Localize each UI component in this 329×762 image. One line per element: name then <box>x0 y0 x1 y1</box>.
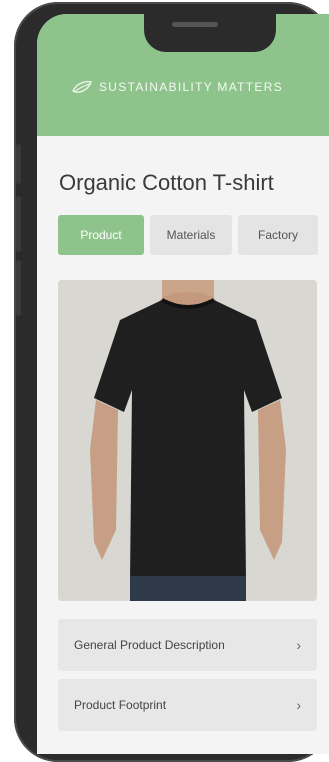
product-tabs: Product Materials Factory <box>58 215 318 255</box>
accordion-product-footprint[interactable]: Product Footprint › <box>58 679 317 731</box>
tshirt-photo <box>58 280 317 601</box>
phone-screen: SUSTAINABILITY MATTERS Organic Cotton T-… <box>37 14 329 754</box>
volume-down-button <box>16 260 21 316</box>
accordion-general-description[interactable]: General Product Description › <box>58 619 317 671</box>
mute-switch <box>16 144 21 184</box>
tab-product[interactable]: Product <box>58 215 144 255</box>
phone-notch <box>144 14 276 52</box>
brand-name: SUSTAINABILITY MATTERS <box>99 80 283 94</box>
chevron-right-icon: › <box>296 637 301 653</box>
tab-factory[interactable]: Factory <box>238 215 318 255</box>
product-image <box>58 280 317 601</box>
brand: SUSTAINABILITY MATTERS <box>71 80 283 94</box>
speaker-grille <box>172 22 218 27</box>
leaf-icon <box>72 81 92 93</box>
tab-materials[interactable]: Materials <box>150 215 232 255</box>
page-title: Organic Cotton T-shirt <box>59 170 274 195</box>
accordion-label: Product Footprint <box>74 698 167 712</box>
accordion-label: General Product Description <box>74 638 225 652</box>
chevron-right-icon: › <box>296 697 301 713</box>
volume-up-button <box>16 196 21 252</box>
